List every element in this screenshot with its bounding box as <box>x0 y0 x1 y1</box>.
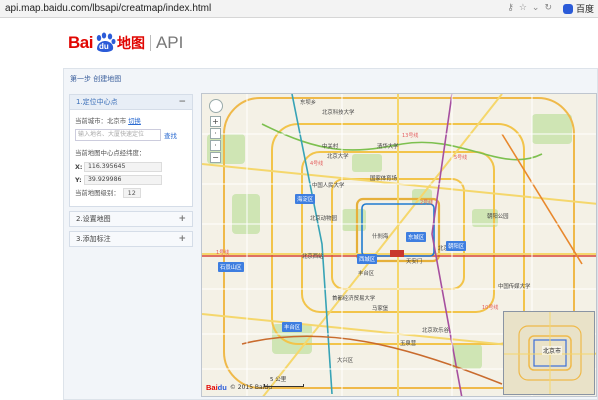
map-zoom-control: + · · − <box>209 99 223 164</box>
section-locate-center[interactable]: 1.定位中心点 − <box>69 94 193 110</box>
map-label: 北京大学 <box>327 154 349 160</box>
map-label: 中国传媒大学 <box>498 284 531 290</box>
refresh-icon[interactable]: ↻ <box>544 3 552 13</box>
location-search-input[interactable]: 输入地名、大厦快速定位 <box>75 129 161 141</box>
map-label: 玉泉营 <box>400 341 417 347</box>
create-map-panel: 第一步 创建地图 1.定位中心点 − 当前城市：北京市 切换 输入地名、大厦快速… <box>63 68 598 400</box>
district-tag: 丰台区 <box>282 322 303 332</box>
map-label: 北京科技大学 <box>322 110 355 116</box>
zoom-level-field[interactable]: 12 <box>122 187 141 198</box>
map-label: 北京欢乐谷 <box>422 328 449 334</box>
map-label: 清华大学 <box>377 144 399 150</box>
coord-x-label: X: <box>75 162 83 171</box>
section-set-map-title: 2.设置地图 <box>76 215 111 223</box>
map-scale-label: 5 公里 <box>270 377 287 383</box>
logo-ditu: 地图 <box>116 35 145 51</box>
coord-y-field[interactable]: 39.929986 <box>84 174 162 185</box>
expand-icon[interactable]: + <box>178 234 186 244</box>
district-tag: 东城区 <box>406 232 427 242</box>
coord-title: 当前地图中心点经纬度： <box>75 149 146 157</box>
map-label: 中关村 <box>322 144 339 150</box>
coord-y-label: Y: <box>75 175 82 184</box>
metro-label: 5号线 <box>454 155 468 161</box>
map-label: 什刹海 <box>372 234 389 240</box>
paw-icon: du <box>94 32 116 54</box>
zoom-level-row: 当前地图级别： 12 <box>75 187 187 198</box>
section-locate-center-title: 1.定位中心点 <box>76 98 118 106</box>
zoom-level-label: 当前地图级别： <box>75 189 120 197</box>
map-label: 天安门 <box>406 259 423 265</box>
section-locate-center-body: 当前城市：北京市 切换 输入地名、大厦快速定位 查找 当前地图中心点经纬度： X… <box>69 110 193 207</box>
collapse-icon[interactable]: − <box>178 97 186 107</box>
coord-x-field[interactable]: 116.395645 <box>84 161 162 172</box>
tiananmen-marker <box>390 250 404 257</box>
baidu-attr-logo: Baidu <box>206 383 227 392</box>
metro-label: 2号线 <box>420 200 434 206</box>
metro-label: 13号线 <box>402 133 419 139</box>
switch-city-link[interactable]: 切换 <box>128 116 141 125</box>
settings-panel: 1.定位中心点 − 当前城市：北京市 切换 输入地名、大厦快速定位 查找 当前地… <box>69 94 193 251</box>
browser-action-icons: ⚷ ☆ ⌄ ↻ <box>507 3 552 13</box>
coord-x-row: X: 116.395645 <box>75 161 187 172</box>
district-tag: 朝阳区 <box>446 241 467 251</box>
map-label: 东坝乡 <box>300 100 317 106</box>
copyright-text: © 2015 Baidu <box>229 384 272 391</box>
logo-divider <box>149 35 151 51</box>
zoom-slider[interactable]: · <box>210 128 221 139</box>
section-set-map[interactable]: 2.设置地图 + <box>69 211 193 227</box>
key-icon[interactable]: ⚷ <box>507 3 514 13</box>
baidu-paw-icon <box>562 3 573 14</box>
pan-control[interactable] <box>209 99 223 113</box>
overview-city-label: 北京市 <box>542 346 563 355</box>
coord-y-row: Y: 39.929986 <box>75 174 187 185</box>
location-search-row: 输入地名、大厦快速定位 查找 <box>75 129 187 141</box>
current-city-row: 当前城市：北京市 切换 <box>75 115 187 126</box>
metro-label: 4号线 <box>310 161 324 167</box>
logo-bai: Bai <box>68 33 93 52</box>
map-label: 丰台区 <box>358 271 375 277</box>
section-add-marker-title: 3.添加标注 <box>76 235 111 243</box>
baidu-map-logo[interactable]: Bai du 地图 API <box>68 32 183 54</box>
current-city-label: 当前城市：北京市 <box>75 117 127 125</box>
expand-icon[interactable]: + <box>178 214 186 224</box>
zoom-slider-thumb[interactable]: · <box>210 140 221 151</box>
search-button[interactable]: 查找 <box>164 130 177 140</box>
map-attribution: Baidu © 2015 Baidu <box>206 383 272 392</box>
map-label: 大兴区 <box>337 358 354 364</box>
logo-api: API <box>155 33 184 52</box>
star-icon[interactable]: ☆ <box>519 3 527 13</box>
page-header: Bai du 地图 API <box>0 18 598 66</box>
map-label: 国家体育场 <box>370 176 397 182</box>
map-label: 朝阳公园 <box>487 214 509 220</box>
map-label: 北京西站 <box>302 254 324 260</box>
url-text[interactable]: api.map.baidu.com/lbsapi/creatmap/index.… <box>5 3 211 14</box>
browser-address-bar: api.map.baidu.com/lbsapi/creatmap/index.… <box>0 0 598 18</box>
logo-du: du <box>98 42 109 51</box>
map-canvas[interactable]: + · · − 东坝乡 北京科技大学 中关村 清华大学 北京大学 中国人民大学 … <box>201 93 597 397</box>
dropdown-icon[interactable]: ⌄ <box>532 3 540 13</box>
zoom-out-button[interactable]: − <box>210 152 221 163</box>
district-tag: 西城区 <box>357 254 378 264</box>
metro-label: 10号线 <box>482 305 499 311</box>
search-engine-selector[interactable]: 百度 <box>562 2 594 15</box>
district-tag: 海淀区 <box>295 194 316 204</box>
map-label: 马家堡 <box>372 306 389 312</box>
overview-minimap[interactable]: 北京市 <box>503 311 595 395</box>
map-label: 中国人民大学 <box>312 183 345 189</box>
section-add-marker[interactable]: 3.添加标注 + <box>69 231 193 247</box>
district-tag: 石景山区 <box>218 262 244 272</box>
map-label: 北京动物园 <box>310 216 337 222</box>
map-label: 首都经济贸易大学 <box>332 296 376 302</box>
metro-label: 1号线 <box>216 250 230 256</box>
zoom-in-button[interactable]: + <box>210 116 221 127</box>
step-title: 第一步 创建地图 <box>70 75 122 83</box>
search-engine-label: 百度 <box>575 5 594 15</box>
